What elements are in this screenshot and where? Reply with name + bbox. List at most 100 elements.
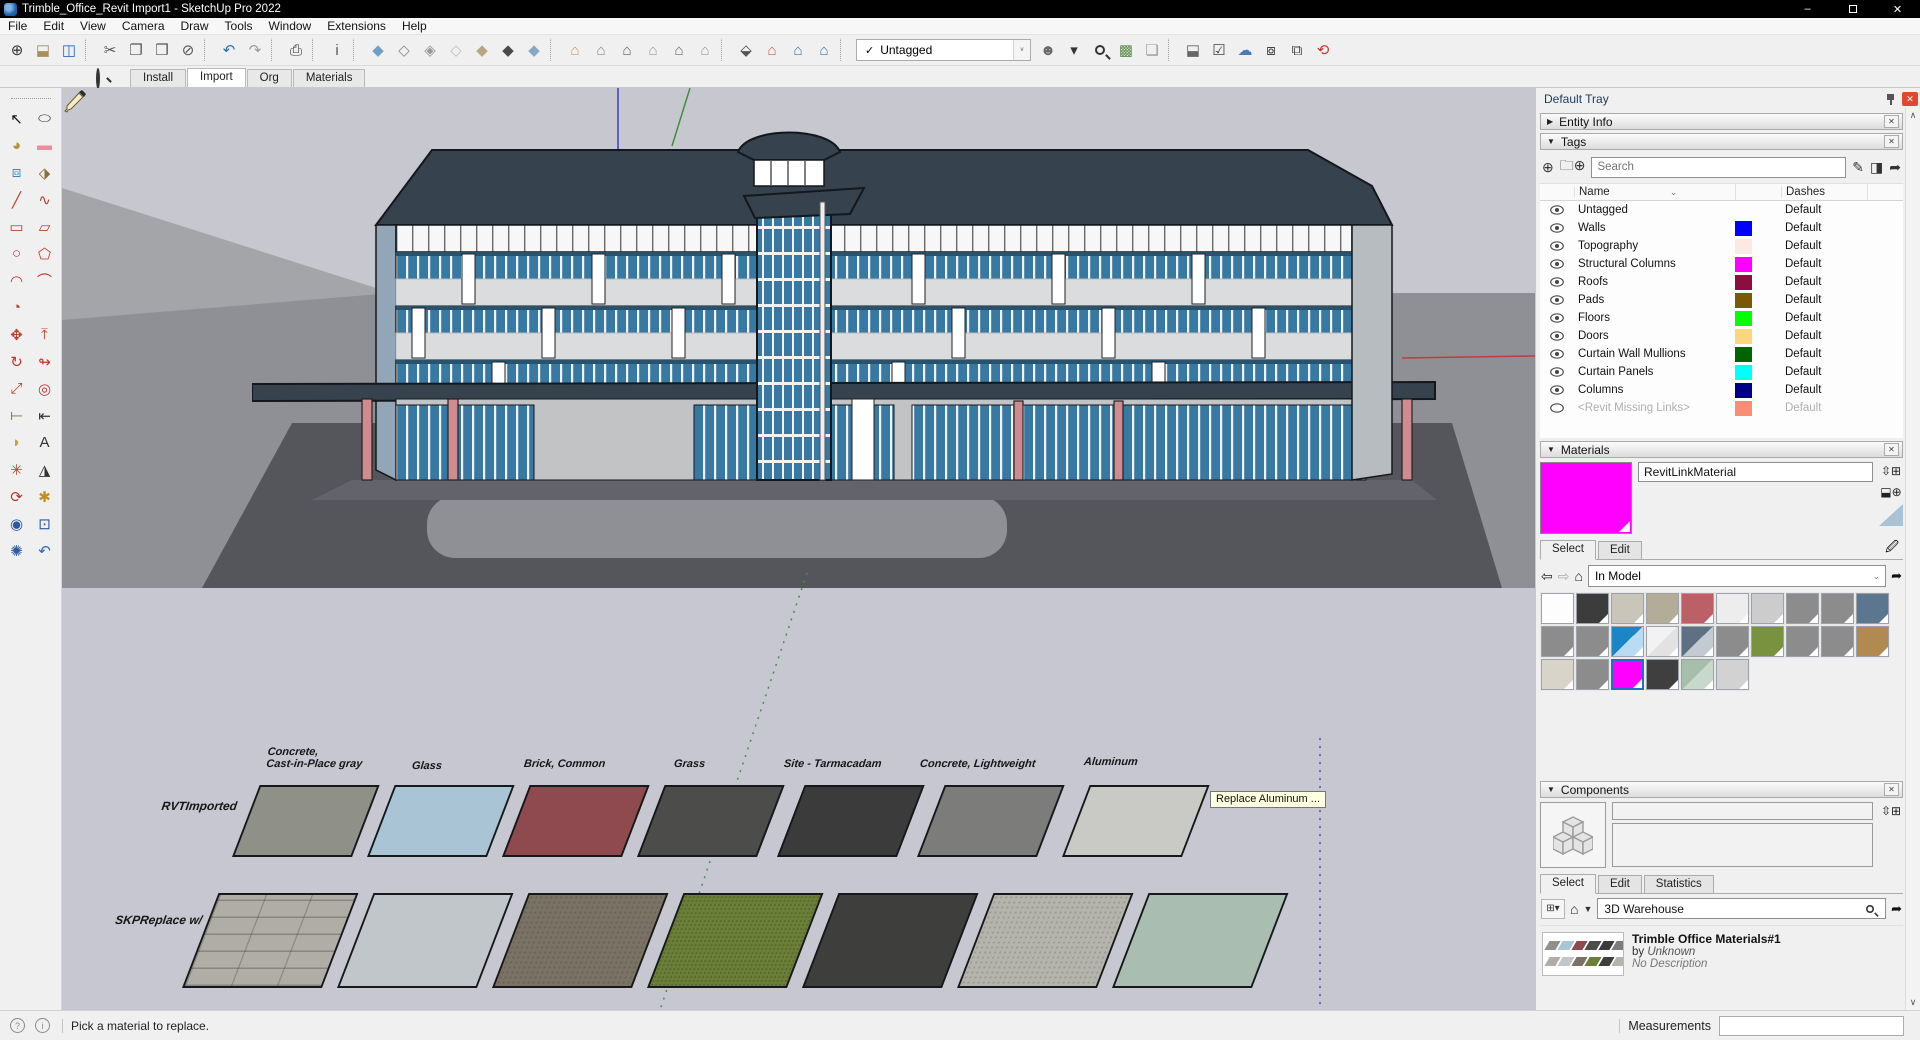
warehouse-model-button[interactable]: ⧉	[1284, 37, 1310, 63]
back-arrow-button[interactable]: ⇦	[1541, 568, 1553, 585]
copy-button[interactable]: ❐	[123, 37, 149, 63]
menu-item[interactable]: Tools	[217, 18, 261, 34]
tag-color-swatch[interactable]	[1735, 203, 1752, 218]
style-monochrome-button[interactable]: ◆	[521, 37, 547, 63]
material-swatch[interactable]	[1786, 626, 1819, 657]
menu-item[interactable]: Edit	[35, 18, 72, 34]
extension-tab[interactable]: Materials	[293, 69, 366, 87]
cloud-share-button[interactable]: ☁	[1232, 37, 1258, 63]
materials-collection-dropdown[interactable]: In Model ⌄	[1588, 565, 1886, 587]
material-swatch[interactable]	[1681, 626, 1714, 657]
toolbar-drag-handle[interactable]	[11, 98, 51, 99]
material-swatch[interactable]	[1541, 626, 1574, 657]
style-wireframe-button[interactable]: ◈	[417, 37, 443, 63]
eraser-tool[interactable]: ▬	[31, 132, 59, 159]
separator[interactable]	[204, 38, 213, 62]
display-secondary-pane-button[interactable]: ⇳⊞	[1882, 802, 1901, 819]
tag-row[interactable]: Pads Default ✎	[1540, 291, 1903, 309]
restore-button[interactable]	[1830, 0, 1875, 18]
active-tag-dropdown[interactable]: ✓ Untagged ᵛ	[856, 39, 1031, 61]
search-icon[interactable]	[96, 68, 100, 89]
print-button[interactable]: ⎙	[283, 37, 309, 63]
tag-row[interactable]: Doors Default ✎	[1540, 327, 1903, 345]
material-name-input[interactable]	[1638, 462, 1873, 482]
tag-tool[interactable]: ⬗	[31, 159, 59, 186]
add-tag-button[interactable]: ⊕	[1542, 159, 1554, 176]
extension-warehouse-button[interactable]: ⟲	[1310, 37, 1336, 63]
tag-color-swatch[interactable]	[1735, 401, 1752, 416]
tags-header[interactable]: ▼ Tags ✕	[1540, 133, 1903, 150]
publish-folder-button[interactable]: ⬓	[1180, 37, 1206, 63]
model-viewport[interactable]: RVTImported Concrete,Cast-in-Place gray	[62, 88, 1535, 1010]
tag-color-swatch[interactable]	[1735, 275, 1752, 290]
material-swatch[interactable]	[1576, 626, 1609, 657]
building-model[interactable]	[252, 122, 1442, 502]
pan-tool[interactable]: ✱	[31, 483, 59, 510]
visibility-eye-icon[interactable]	[1540, 331, 1574, 341]
tape-measure-tool[interactable]: ⟝	[3, 402, 31, 429]
view-options-button[interactable]: ⊞▾	[1541, 899, 1565, 919]
visibility-eye-icon[interactable]	[1540, 403, 1574, 413]
components-search-input[interactable]: 3D Warehouse	[1597, 898, 1886, 919]
tag-row[interactable]: Roofs Default ✎	[1540, 273, 1903, 291]
tag-row[interactable]: Floors Default ✎	[1540, 309, 1903, 327]
style-shaded-button[interactable]: ◆	[469, 37, 495, 63]
geolocation-status-icon[interactable]: ?	[10, 1018, 25, 1033]
tray-close-button[interactable]: ✕	[1902, 92, 1918, 106]
make-component-tool[interactable]: ⧈	[3, 159, 31, 186]
section-fill-button[interactable]: ⌂	[811, 37, 837, 63]
tag-dashes-value[interactable]: Default	[1781, 330, 1867, 342]
view-front-button[interactable]: ⌂	[614, 37, 640, 63]
view-back-button[interactable]: ⌂	[666, 37, 692, 63]
visibility-eye-icon[interactable]	[1540, 223, 1574, 233]
material-swatch[interactable]	[1681, 659, 1714, 690]
view-left-button[interactable]: ⌂	[692, 37, 718, 63]
component-description-field[interactable]	[1612, 823, 1873, 867]
visibility-eye-icon[interactable]	[1540, 385, 1574, 395]
display-secondary-pane-button[interactable]: ⇳⊞	[1882, 462, 1901, 479]
orbit-tool[interactable]: ⟳	[3, 483, 31, 510]
push-pull-tool[interactable]: ⤒	[31, 321, 59, 348]
components-tab-select[interactable]: Select	[1540, 874, 1596, 894]
tag-dashes-value[interactable]: Default	[1781, 276, 1867, 288]
erase-button[interactable]: ⊘	[175, 37, 201, 63]
tag-color-swatch[interactable]	[1735, 347, 1752, 362]
set-to-paint-icon[interactable]	[1879, 504, 1903, 526]
face-me-button[interactable]: ☻	[1035, 37, 1061, 63]
paint-bucket-tool[interactable]: ◕	[3, 132, 31, 159]
redo-button[interactable]: ↷	[242, 37, 268, 63]
freehand-tool[interactable]: ∿	[31, 186, 59, 213]
style-back-edges-button[interactable]: ◇	[391, 37, 417, 63]
circle-tool[interactable]: ○	[3, 240, 31, 267]
separator[interactable]	[85, 38, 94, 62]
visibility-eye-icon[interactable]	[1540, 367, 1574, 377]
view-top-button[interactable]: ⌂	[588, 37, 614, 63]
purge-tags-icon[interactable]: ◨	[1870, 159, 1883, 176]
components-header[interactable]: ▼ Components ✕	[1540, 781, 1903, 798]
menu-item[interactable]: View	[72, 18, 114, 34]
separator[interactable]	[1168, 38, 1177, 62]
tag-dashes-value[interactable]: Default	[1781, 204, 1867, 216]
lasso-tool[interactable]: ⬭	[31, 105, 59, 132]
visibility-eye-icon[interactable]	[1540, 277, 1574, 287]
tag-color-swatch[interactable]	[1735, 257, 1752, 272]
rotated-rectangle-tool[interactable]: ▱	[31, 213, 59, 240]
materials-tab-edit[interactable]: Edit	[1598, 541, 1642, 559]
forward-arrow-button[interactable]: ⇨	[1558, 568, 1570, 585]
home-icon[interactable]: ⌂	[1574, 568, 1582, 584]
tags-close-button[interactable]: ✕	[1884, 135, 1899, 148]
menu-item[interactable]: Camera	[114, 18, 173, 34]
tag-dashes-value[interactable]: Default	[1781, 222, 1867, 234]
separator[interactable]	[353, 38, 362, 62]
menu-item[interactable]: Draw	[173, 18, 217, 34]
chevron-down-icon[interactable]: ▼	[1583, 904, 1592, 914]
extension-tab[interactable]: Install	[130, 69, 186, 87]
tag-dashes-value[interactable]: Default	[1781, 312, 1867, 324]
undo-button[interactable]: ↶	[216, 37, 242, 63]
components-close-button[interactable]: ✕	[1884, 783, 1899, 796]
materials-close-button[interactable]: ✕	[1884, 443, 1899, 456]
tag-color-swatch[interactable]	[1735, 293, 1752, 308]
tag-row[interactable]: <Revit Missing Links> Default ✎	[1540, 399, 1903, 417]
components-tab-statistics[interactable]: Statistics	[1644, 875, 1714, 893]
tag-row[interactable]: Curtain Panels Default ✎	[1540, 363, 1903, 381]
